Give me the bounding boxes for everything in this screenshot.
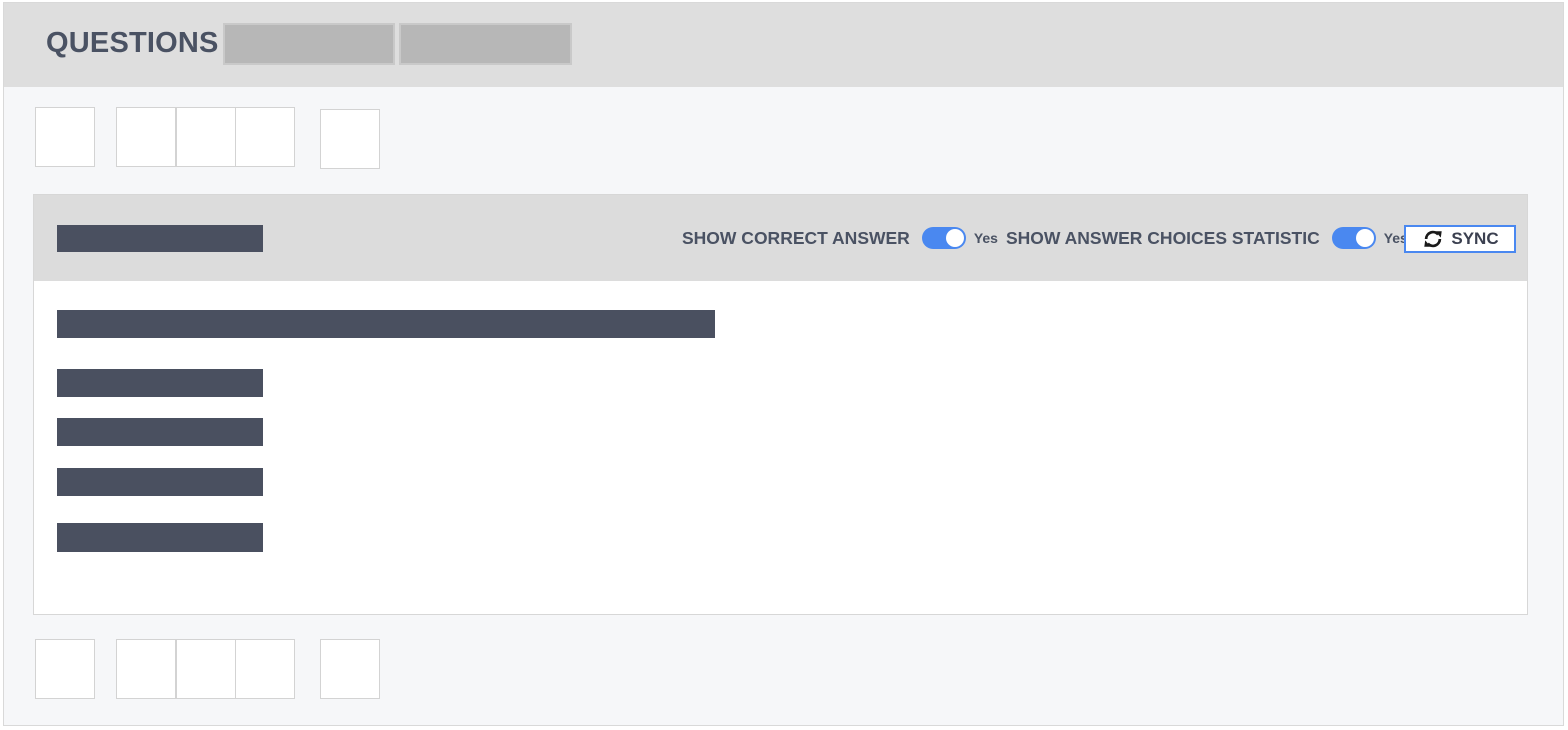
question-number-placeholder [57,225,263,252]
show-correct-answer-state: Yes [973,230,998,246]
answer-choice-placeholder [57,468,263,496]
sync-button[interactable]: SYNC [1404,225,1516,253]
question-card: SHOW CORRECT ANSWER Yes SHOW ANSWER CHOI… [33,194,1528,615]
answer-choice-placeholder [57,369,263,397]
header-tab-placeholder-2[interactable] [399,23,572,65]
show-answer-stats-label: SHOW ANSWER CHOICES STATISTIC [1006,227,1320,248]
answer-choice-placeholder [57,523,263,552]
sync-button-label: SYNC [1451,229,1499,248]
answer-choice-placeholder [57,418,263,446]
panel-header: QUESTIONS [4,3,1563,87]
sync-icon [1424,230,1443,248]
show-correct-answer-control: SHOW CORRECT ANSWER Yes [682,195,998,281]
pager-first-button[interactable] [35,639,95,699]
page-title: QUESTIONS [46,27,219,59]
pager-page-button[interactable] [235,639,295,699]
pager-page-button[interactable] [176,107,236,167]
header-tab-placeholder-1[interactable] [223,23,395,65]
question-text-placeholder [57,310,715,338]
pager-last-button[interactable] [320,639,380,699]
question-card-header: SHOW CORRECT ANSWER Yes SHOW ANSWER CHOI… [34,195,1527,281]
pager-page-button[interactable] [176,639,236,699]
questions-panel: QUESTIONS SHOW CORRECT ANSWER Yes SHOW A… [3,2,1564,726]
show-correct-answer-toggle[interactable] [921,227,966,249]
pager-page-button[interactable] [116,639,176,699]
pager-first-button[interactable] [35,107,95,167]
toggle-knob [945,229,964,247]
pager-last-button[interactable] [320,109,380,169]
show-answer-stats-toggle[interactable] [1331,227,1376,249]
show-answer-stats-control: SHOW ANSWER CHOICES STATISTIC Yes [1006,195,1408,281]
pager-page-button[interactable] [235,107,295,167]
show-correct-answer-label: SHOW CORRECT ANSWER [682,227,910,248]
toggle-knob [1355,229,1374,247]
pager-page-button[interactable] [116,107,176,167]
